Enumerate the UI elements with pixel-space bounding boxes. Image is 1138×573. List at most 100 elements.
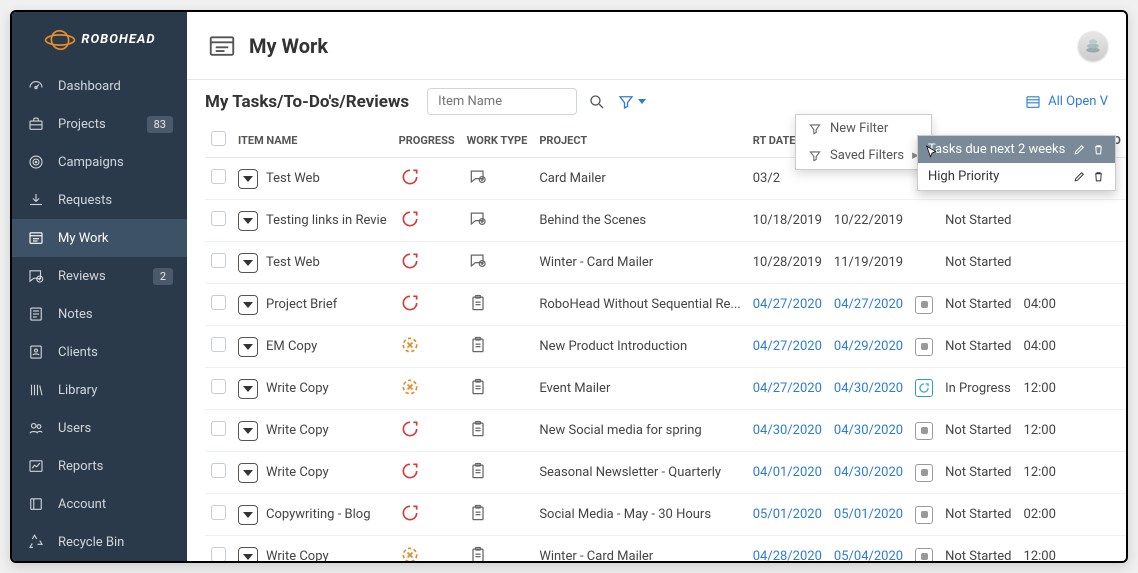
sidebar-item-dashboard[interactable]: Dashboard	[12, 67, 187, 105]
saved-filters-item[interactable]: Saved Filters ▸	[796, 142, 931, 169]
est-hours: 12:00	[1018, 536, 1074, 562]
expand-button[interactable]	[238, 211, 258, 231]
due-date: 11/19/2019	[828, 242, 909, 284]
table-row[interactable]: Testing links in RevieBehind the Scenes1…	[205, 200, 1126, 242]
col-header[interactable]: PROJECT	[533, 123, 746, 158]
start-date[interactable]: 05/01/2020	[747, 494, 828, 536]
item-name: Test Web	[266, 171, 320, 186]
est-hours: 04:00	[1018, 284, 1074, 326]
expand-button[interactable]	[238, 253, 258, 273]
due-date[interactable]: 04/30/2020	[828, 410, 909, 452]
table-row[interactable]: Write CopyNew Social media for spring04/…	[205, 410, 1126, 452]
due-date[interactable]: 05/04/2020	[828, 536, 909, 562]
sidebar-item-reports[interactable]: Reports	[12, 447, 187, 485]
expand-button[interactable]	[238, 169, 258, 189]
table-row[interactable]: Project BriefRoboHead Without Sequential…	[205, 284, 1126, 326]
item-name: EM Copy	[266, 339, 317, 354]
search-input[interactable]	[427, 88, 577, 115]
row-checkbox[interactable]	[211, 169, 226, 184]
sidebar-item-label: Recycle Bin	[58, 535, 124, 550]
expand-button[interactable]	[238, 421, 258, 441]
filter-button[interactable]	[617, 93, 646, 111]
expand-button[interactable]	[238, 337, 258, 357]
table-row[interactable]: Write CopyWinter - Card Mailer04/28/2020…	[205, 536, 1126, 562]
due-date[interactable]: 04/30/2020	[828, 452, 909, 494]
sidebar-item-recycle-bin[interactable]: Recycle Bin	[12, 523, 187, 561]
expand-button[interactable]	[238, 379, 258, 399]
expand-button[interactable]	[238, 463, 258, 483]
row-checkbox[interactable]	[211, 547, 226, 561]
work-type-icon	[467, 292, 489, 314]
sidebar-item-account[interactable]: Account	[12, 485, 187, 523]
start-date[interactable]: 04/27/2020	[747, 368, 828, 410]
row-checkbox[interactable]	[211, 463, 226, 478]
edit-icon[interactable]	[1073, 143, 1086, 156]
table-row[interactable]: EM CopyNew Product Introduction04/27/202…	[205, 326, 1126, 368]
sidebar-item-label: Reports	[58, 459, 103, 474]
item-name: Write Copy	[266, 423, 329, 438]
sidebar-item-projects[interactable]: Projects83	[12, 105, 187, 143]
row-checkbox[interactable]	[211, 295, 226, 310]
user-avatar[interactable]	[1078, 31, 1108, 61]
select-all-checkbox[interactable]	[211, 131, 226, 146]
delete-icon[interactable]	[1092, 170, 1105, 183]
sidebar-item-users[interactable]: Users	[12, 409, 187, 447]
table-row[interactable]: Copywriting - BlogSocial Media - May - 3…	[205, 494, 1126, 536]
gauge-icon	[26, 76, 46, 96]
delete-icon[interactable]	[1092, 143, 1105, 156]
est-hours	[1018, 200, 1074, 242]
sidebar: ROBOHEAD DashboardProjects83CampaignsReq…	[12, 12, 187, 561]
sidebar-item-clients[interactable]: Clients	[12, 333, 187, 371]
sidebar-item-reviews[interactable]: Reviews2	[12, 257, 187, 295]
row-checkbox[interactable]	[211, 337, 226, 352]
due-date: 10/22/2019	[828, 200, 909, 242]
page-title: My Work	[249, 34, 328, 58]
expand-button[interactable]	[238, 295, 258, 315]
col-header[interactable]	[205, 123, 232, 158]
sidebar-item-label: Clients	[58, 345, 98, 360]
row-checkbox[interactable]	[211, 253, 226, 268]
search-icon[interactable]	[587, 92, 607, 112]
due-date[interactable]: 04/30/2020	[828, 368, 909, 410]
chevron-down-icon	[638, 99, 646, 104]
row-checkbox[interactable]	[211, 211, 226, 226]
due-date[interactable]: 05/01/2020	[828, 494, 909, 536]
table-row[interactable]: Write CopySeasonal Newsletter - Quarterl…	[205, 452, 1126, 494]
col-header[interactable]: PROGRESS	[393, 123, 461, 158]
saved-filter-tasks-due-next-2-weeks[interactable]: Tasks due next 2 weeks	[918, 136, 1115, 163]
project-name: Winter - Card Mailer	[533, 536, 746, 562]
table-row[interactable]: Write CopyEvent Mailer04/27/202004/30/20…	[205, 368, 1126, 410]
est-hours: 04:00	[1018, 326, 1074, 368]
row-checkbox[interactable]	[211, 421, 226, 436]
row-checkbox[interactable]	[211, 505, 226, 520]
due-date[interactable]: 04/29/2020	[828, 326, 909, 368]
view-selector[interactable]: All Open V	[1024, 93, 1108, 111]
my-work-icon	[205, 29, 239, 63]
chart-icon	[26, 456, 46, 476]
new-filter-item[interactable]: New Filter	[796, 115, 931, 142]
col-header[interactable]: ITEM NAME	[232, 123, 393, 158]
saved-filter-high-priority[interactable]: High Priority	[918, 163, 1115, 190]
status-not-started-icon	[915, 338, 933, 356]
start-date[interactable]: 04/27/2020	[747, 326, 828, 368]
col-header[interactable]: WORK TYPE	[461, 123, 534, 158]
sidebar-item-campaigns[interactable]: Campaigns	[12, 143, 187, 181]
expand-button[interactable]	[238, 547, 258, 562]
row-checkbox[interactable]	[211, 379, 226, 394]
start-date[interactable]: 04/01/2020	[747, 452, 828, 494]
start-date[interactable]: 04/27/2020	[747, 284, 828, 326]
progress-icon	[399, 208, 421, 230]
sidebar-item-library[interactable]: Library	[12, 371, 187, 409]
due-date[interactable]: 04/27/2020	[828, 284, 909, 326]
sidebar-item-my-work[interactable]: My Work	[12, 219, 187, 257]
sidebar-item-requests[interactable]: Requests	[12, 181, 187, 219]
start-date[interactable]: 04/30/2020	[747, 410, 828, 452]
expand-button[interactable]	[238, 505, 258, 525]
table-row[interactable]: Test WebWinter - Card Mailer10/28/201911…	[205, 242, 1126, 284]
sidebar-item-notes[interactable]: Notes	[12, 295, 187, 333]
status-text: Not Started	[939, 536, 1017, 562]
status-not-started-icon	[915, 296, 933, 314]
badge: 2	[153, 268, 173, 285]
start-date[interactable]: 04/28/2020	[747, 536, 828, 562]
edit-icon[interactable]	[1073, 170, 1086, 183]
